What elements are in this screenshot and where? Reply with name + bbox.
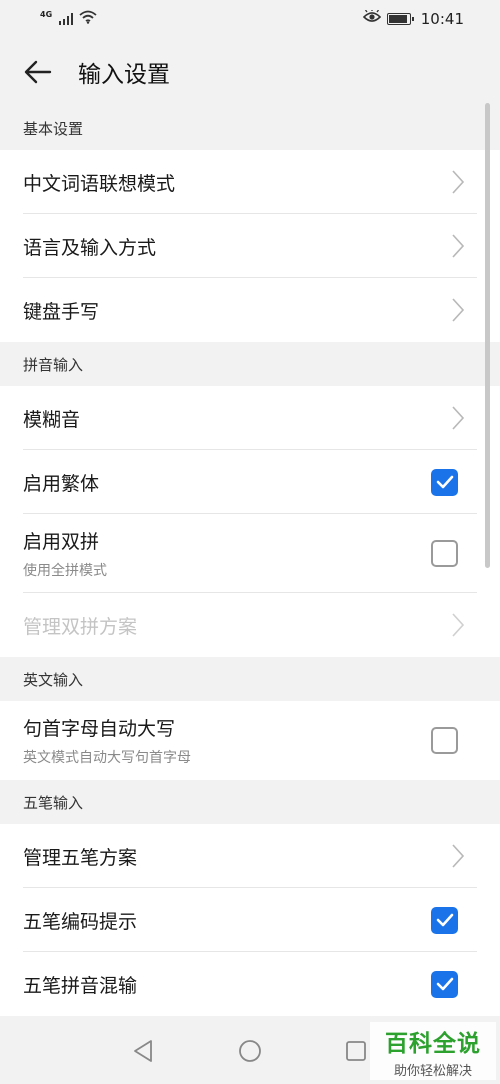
setting-label: 五笔编码提示 bbox=[23, 910, 138, 933]
setting-description: 英文模式自动大写句首字母 bbox=[23, 750, 191, 766]
setting-label: 句首字母自动大写 bbox=[23, 718, 176, 740]
section-header-pinyin: 拼音输入 bbox=[23, 356, 84, 374]
setting-fuzzy-pinyin[interactable]: 模糊音 bbox=[0, 386, 500, 450]
section-header-english: 英文输入 bbox=[23, 671, 84, 689]
back-button[interactable] bbox=[16, 50, 60, 94]
settings-list: 基本设置 中文词语联想模式 语言及输入方式 键盘手写 拼音输入 模糊音 启用繁体 bbox=[0, 106, 500, 1016]
nav-recents-button[interactable] bbox=[341, 1036, 371, 1066]
setting-auto-capitalize[interactable]: 句首字母自动大写 英文模式自动大写句首字母 bbox=[0, 701, 500, 780]
setting-manage-double-pinyin: 管理双拼方案 bbox=[0, 593, 500, 657]
chevron-right-icon bbox=[436, 278, 480, 342]
nav-back-button[interactable] bbox=[128, 1036, 158, 1066]
setting-language-input[interactable]: 语言及输入方式 bbox=[0, 214, 500, 278]
signal-icon bbox=[59, 13, 74, 25]
eye-comfort-icon bbox=[362, 9, 381, 28]
watermark-logo: 百科全说 助你轻松解决 bbox=[370, 1022, 496, 1080]
setting-traditional-chinese[interactable]: 启用繁体 bbox=[0, 450, 500, 514]
checkbox-checked[interactable] bbox=[431, 468, 458, 496]
setting-label: 语言及输入方式 bbox=[23, 236, 157, 259]
section-header-wubi: 五笔输入 bbox=[23, 794, 84, 812]
watermark-subtitle: 助你轻松解决 bbox=[393, 1063, 472, 1079]
check-icon bbox=[436, 913, 453, 927]
setting-label: 五笔拼音混输 bbox=[23, 974, 138, 997]
status-right: 10:41 bbox=[362, 9, 464, 28]
chevron-right-icon bbox=[436, 593, 480, 657]
setting-label: 启用繁体 bbox=[23, 472, 100, 495]
clock: 10:41 bbox=[420, 10, 464, 28]
group-english: 句首字母自动大写 英文模式自动大写句首字母 bbox=[0, 701, 500, 780]
nav-home-button[interactable] bbox=[235, 1036, 265, 1066]
setting-wubi-code-hint[interactable]: 五笔编码提示 bbox=[0, 888, 500, 952]
checkbox-unchecked[interactable] bbox=[431, 540, 458, 567]
setting-word-association[interactable]: 中文词语联想模式 bbox=[0, 150, 500, 214]
status-left: 4G bbox=[40, 10, 97, 28]
network-type: 4G bbox=[40, 9, 53, 19]
section-header-basic: 基本设置 bbox=[23, 120, 84, 138]
group-wubi: 管理五笔方案 五笔编码提示 五笔拼音混输 bbox=[0, 824, 500, 1016]
check-icon bbox=[436, 475, 453, 489]
setting-manage-wubi[interactable]: 管理五笔方案 bbox=[0, 824, 500, 888]
checkbox-checked[interactable] bbox=[431, 906, 458, 934]
wifi-icon bbox=[79, 10, 97, 28]
circle-home-icon bbox=[239, 1040, 261, 1062]
status-bar: 4G 10:41 bbox=[0, 0, 500, 38]
setting-description: 使用全拼模式 bbox=[23, 563, 107, 579]
app-bar: 输入设置 bbox=[0, 38, 500, 106]
battery-icon bbox=[386, 13, 414, 25]
setting-label: 管理双拼方案 bbox=[23, 615, 138, 638]
setting-label: 启用双拼 bbox=[23, 531, 100, 553]
setting-label: 管理五笔方案 bbox=[23, 846, 138, 869]
battery-level bbox=[388, 15, 407, 23]
setting-wubi-pinyin-mix[interactable]: 五笔拼音混输 bbox=[0, 952, 500, 1016]
setting-label: 中文词语联想模式 bbox=[23, 172, 176, 195]
chevron-right-icon bbox=[436, 214, 480, 278]
arrow-left-icon bbox=[24, 60, 52, 84]
checkbox-checked[interactable] bbox=[431, 970, 458, 998]
checkbox-unchecked[interactable] bbox=[431, 727, 458, 754]
chevron-right-icon bbox=[436, 824, 480, 888]
chevron-right-icon bbox=[436, 150, 480, 214]
setting-label: 键盘手写 bbox=[23, 300, 100, 323]
square-recents-icon bbox=[346, 1041, 366, 1061]
setting-keyboard-handwriting[interactable]: 键盘手写 bbox=[0, 278, 500, 342]
triangle-back-icon bbox=[134, 1040, 152, 1062]
chevron-right-icon bbox=[436, 386, 480, 450]
setting-label: 模糊音 bbox=[23, 408, 81, 431]
group-basic: 中文词语联想模式 语言及输入方式 键盘手写 bbox=[0, 150, 500, 342]
scrollbar[interactable] bbox=[485, 103, 490, 568]
page-title: 输入设置 bbox=[78, 62, 170, 88]
watermark-title: 百科全说 bbox=[385, 1030, 481, 1057]
group-pinyin: 模糊音 启用繁体 启用双拼 使用全拼模式 管理双拼方案 bbox=[0, 386, 500, 657]
setting-double-pinyin[interactable]: 启用双拼 使用全拼模式 bbox=[0, 514, 500, 593]
check-icon bbox=[436, 977, 453, 991]
